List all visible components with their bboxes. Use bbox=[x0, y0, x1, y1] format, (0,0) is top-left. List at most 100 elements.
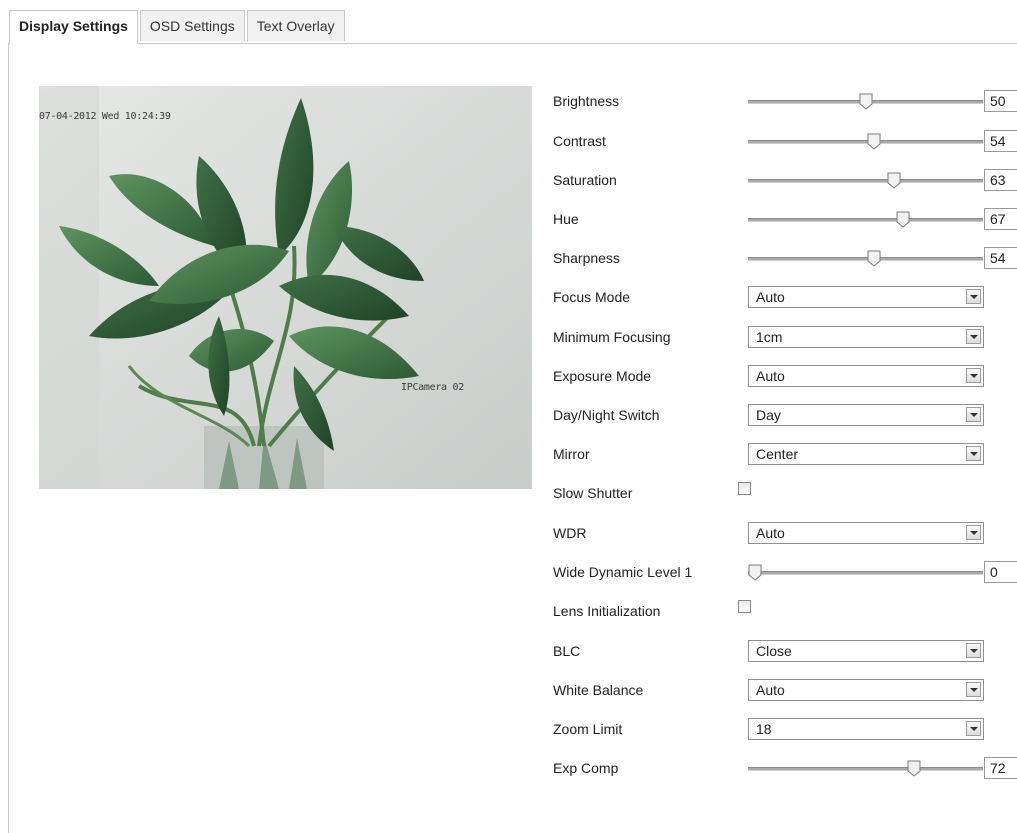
day-night-switch-row: Day/Night Switch Day bbox=[553, 404, 1017, 428]
day-night-switch-value: Day bbox=[756, 407, 781, 423]
slider-thumb-icon[interactable] bbox=[867, 133, 881, 150]
minimum-focusing-row: Minimum Focusing 1cm bbox=[553, 326, 1017, 350]
exposure-mode-select[interactable]: Auto bbox=[748, 365, 984, 387]
chevron-down-icon[interactable] bbox=[966, 329, 981, 344]
white-balance-label: White Balance bbox=[553, 682, 644, 698]
slider-track bbox=[748, 571, 983, 575]
exp-comp-row: Exp Comp 72 bbox=[553, 757, 1017, 781]
exp-comp-value[interactable]: 72 bbox=[984, 757, 1017, 779]
hue-label: Hue bbox=[553, 211, 579, 227]
chevron-down-icon[interactable] bbox=[966, 682, 981, 697]
wide-dynamic-level-value[interactable]: 0 bbox=[984, 561, 1017, 583]
slider-thumb-icon[interactable] bbox=[867, 250, 881, 267]
zoom-limit-value: 18 bbox=[756, 721, 772, 737]
focus-mode-select[interactable]: Auto bbox=[748, 286, 984, 308]
tab-osd-settings[interactable]: OSD Settings bbox=[139, 10, 245, 41]
saturation-label: Saturation bbox=[553, 172, 617, 188]
lens-initialization-label: Lens Initialization bbox=[553, 603, 661, 619]
wide-dynamic-level-label: Wide Dynamic Level 1 bbox=[553, 564, 693, 580]
exp-comp-label: Exp Comp bbox=[553, 760, 619, 776]
day-night-switch-label: Day/Night Switch bbox=[553, 407, 660, 423]
slow-shutter-label: Slow Shutter bbox=[553, 485, 633, 501]
slider-thumb-icon[interactable] bbox=[887, 172, 901, 189]
osd-timestamp: 07-04-2012 Wed 10:24:39 bbox=[39, 111, 171, 122]
exposure-mode-value: Auto bbox=[756, 368, 785, 384]
zoom-limit-select[interactable]: 18 bbox=[748, 718, 984, 740]
slider-thumb-icon[interactable] bbox=[748, 564, 762, 581]
blc-value: Close bbox=[756, 643, 792, 659]
slow-shutter-row: Slow Shutter bbox=[553, 482, 1017, 506]
zoom-limit-label: Zoom Limit bbox=[553, 721, 623, 737]
sharpness-slider[interactable]: 54 bbox=[748, 247, 1017, 269]
slider-track bbox=[748, 140, 983, 144]
brightness-label: Brightness bbox=[553, 93, 620, 109]
chevron-down-icon[interactable] bbox=[966, 446, 981, 461]
focus-mode-value: Auto bbox=[756, 289, 785, 305]
exp-comp-slider[interactable]: 72 bbox=[748, 757, 1017, 779]
tab-text-overlay[interactable]: Text Overlay bbox=[246, 10, 345, 41]
sharpness-value[interactable]: 54 bbox=[984, 247, 1017, 269]
slider-track bbox=[748, 767, 983, 771]
lens-initialization-row: Lens Initialization bbox=[553, 600, 1017, 624]
saturation-value[interactable]: 63 bbox=[984, 169, 1017, 191]
wide-dynamic-level-row: Wide Dynamic Level 1 0 bbox=[553, 561, 1017, 585]
lens-initialization-checkbox[interactable] bbox=[738, 600, 751, 613]
sharpness-label: Sharpness bbox=[553, 250, 620, 266]
contrast-value[interactable]: 54 bbox=[984, 130, 1017, 152]
wide-dynamic-level-slider[interactable]: 0 bbox=[748, 561, 1017, 583]
slider-track bbox=[748, 179, 983, 183]
hue-slider[interactable]: 67 bbox=[748, 208, 1017, 230]
wdr-row: WDR Auto bbox=[553, 522, 1017, 546]
blc-label: BLC bbox=[553, 643, 581, 659]
mirror-row: Mirror Center bbox=[553, 443, 1017, 467]
white-balance-row: White Balance Auto bbox=[553, 679, 1017, 703]
slider-thumb-icon[interactable] bbox=[907, 760, 921, 777]
wdr-select[interactable]: Auto bbox=[748, 522, 984, 544]
saturation-row: Saturation 63 bbox=[553, 169, 1017, 193]
focus-mode-row: Focus Mode Auto bbox=[553, 286, 1017, 310]
hue-row: Hue 67 bbox=[553, 208, 1017, 232]
contrast-label: Contrast bbox=[553, 133, 606, 149]
tab-bar: Display Settings OSD Settings Text Overl… bbox=[9, 10, 347, 44]
osd-camera-name: IPCamera 02 bbox=[401, 382, 464, 393]
minimum-focusing-value: 1cm bbox=[756, 329, 783, 345]
saturation-slider[interactable]: 63 bbox=[748, 169, 1017, 191]
focus-mode-label: Focus Mode bbox=[553, 289, 631, 305]
zoom-limit-row: Zoom Limit 18 bbox=[553, 718, 1017, 742]
hue-value[interactable]: 67 bbox=[984, 208, 1017, 230]
minimum-focusing-select[interactable]: 1cm bbox=[748, 326, 984, 348]
day-night-switch-select[interactable]: Day bbox=[748, 404, 984, 426]
chevron-down-icon[interactable] bbox=[966, 643, 981, 658]
slider-track bbox=[748, 218, 983, 222]
slow-shutter-checkbox[interactable] bbox=[738, 482, 751, 495]
contrast-slider[interactable]: 54 bbox=[748, 130, 1017, 152]
contrast-row: Contrast 54 bbox=[553, 130, 1017, 154]
mirror-label: Mirror bbox=[553, 446, 590, 462]
exposure-mode-label: Exposure Mode bbox=[553, 368, 652, 384]
sharpness-row: Sharpness 54 bbox=[553, 247, 1017, 271]
preview-image bbox=[39, 86, 532, 489]
camera-preview: 07-04-2012 Wed 10:24:39 IPCamera 02 bbox=[39, 86, 532, 489]
chevron-down-icon[interactable] bbox=[966, 721, 981, 736]
chevron-down-icon[interactable] bbox=[966, 525, 981, 540]
wdr-label: WDR bbox=[553, 525, 587, 541]
mirror-value: Center bbox=[756, 446, 799, 462]
slider-thumb-icon[interactable] bbox=[859, 93, 873, 110]
mirror-select[interactable]: Center bbox=[748, 443, 984, 465]
tab-display-settings[interactable]: Display Settings bbox=[9, 10, 138, 44]
wdr-value: Auto bbox=[756, 525, 785, 541]
white-balance-select[interactable]: Auto bbox=[748, 679, 984, 701]
brightness-row: Brightness 50 bbox=[553, 90, 1017, 114]
brightness-slider[interactable]: 50 bbox=[748, 90, 1017, 112]
brightness-value[interactable]: 50 bbox=[984, 90, 1017, 112]
slider-track bbox=[748, 257, 983, 261]
chevron-down-icon[interactable] bbox=[966, 407, 981, 422]
exposure-mode-row: Exposure Mode Auto bbox=[553, 365, 1017, 389]
chevron-down-icon[interactable] bbox=[966, 289, 981, 304]
white-balance-value: Auto bbox=[756, 682, 785, 698]
blc-select[interactable]: Close bbox=[748, 640, 984, 662]
chevron-down-icon[interactable] bbox=[966, 368, 981, 383]
slider-thumb-icon[interactable] bbox=[896, 211, 910, 228]
minimum-focusing-label: Minimum Focusing bbox=[553, 329, 671, 345]
blc-row: BLC Close bbox=[553, 640, 1017, 664]
